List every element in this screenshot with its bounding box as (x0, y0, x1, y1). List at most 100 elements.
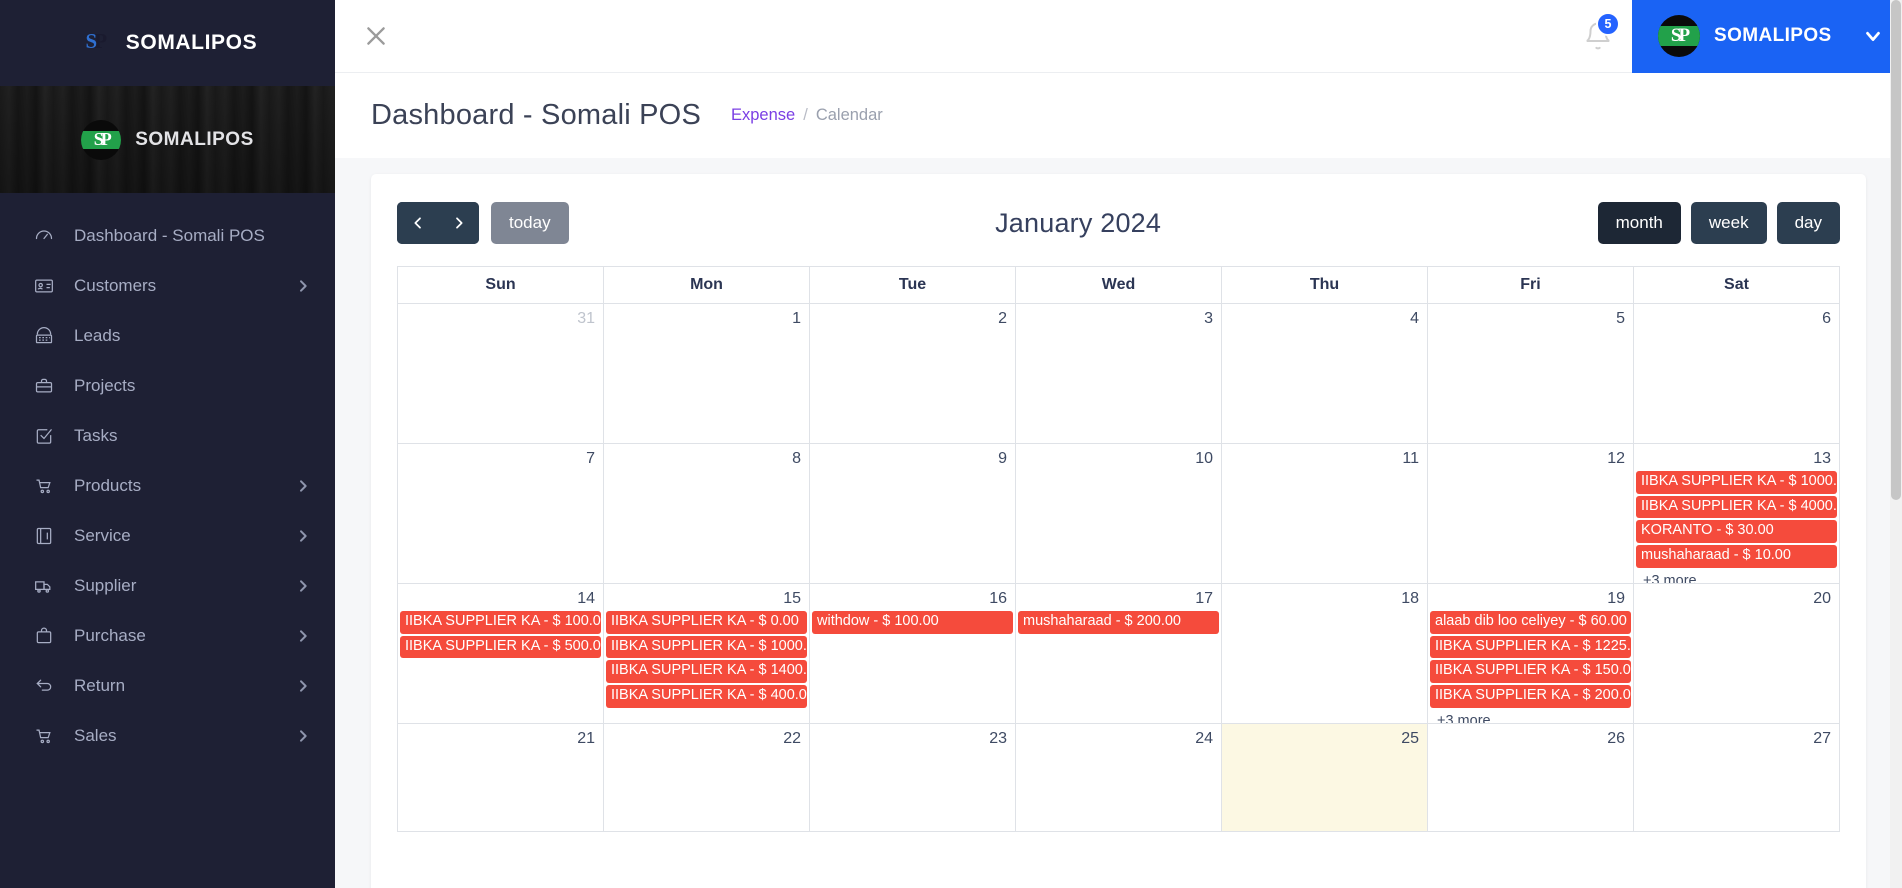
calendar-day-cell[interactable]: 17 mushaharaad - $ 200.00 (1016, 584, 1222, 723)
calendar-day-cell[interactable]: 25 (1222, 724, 1428, 831)
more-events-link[interactable]: +3 more (1634, 570, 1839, 583)
bag-icon (34, 626, 64, 646)
calendar-day-cell[interactable]: 26 (1428, 724, 1634, 831)
calendar-day-cell[interactable]: 20 (1634, 584, 1839, 723)
sidebar-profile[interactable]: SP SOMALIPOS (0, 86, 335, 193)
calendar-day-cell[interactable]: 4 (1222, 304, 1428, 443)
calendar-day-cell[interactable]: 16 withdow - $ 100.00 (810, 584, 1016, 723)
calendar-day-cell[interactable]: 15 IIBKA SUPPLIER KA - $ 0.00 IIBKA SUPPLI… (604, 584, 810, 723)
sidebar-item-purchase[interactable]: Purchase (0, 611, 335, 661)
calendar-day-cell[interactable]: 6 (1634, 304, 1839, 443)
sidebar-logo[interactable]: SP SOMALIPOS (0, 0, 335, 86)
bell-icon[interactable]: 5 (1572, 10, 1624, 62)
calendar-day-cell[interactable]: 24 (1016, 724, 1222, 831)
calendar-event[interactable]: IIBKA SUPPLIER KA - $ 1400.00 (606, 660, 807, 684)
sidebar-item-tasks[interactable]: Tasks (0, 411, 335, 461)
day-number: 9 (998, 450, 1007, 467)
calendar-day-cell[interactable]: 13 IIBKA SUPPLIER KA - $ 1000.00 IIBKA SUP… (1634, 444, 1839, 583)
calendar-day-cell[interactable]: 1 (604, 304, 810, 443)
calendar-day-cell[interactable]: 12 (1428, 444, 1634, 583)
dashboard-icon (34, 226, 64, 246)
chevron-right-icon (295, 578, 311, 594)
today-button[interactable]: today (491, 202, 569, 244)
close-icon[interactable] (353, 13, 399, 59)
calendar-event[interactable]: IIBKA SUPPLIER KA - $ 150.00 (1430, 660, 1631, 684)
calendar-event[interactable]: mushaharaad - $ 200.00 (1018, 611, 1219, 634)
calendar-day-cell[interactable]: 5 (1428, 304, 1634, 443)
day-number: 24 (1195, 730, 1213, 747)
calendar-day-cell[interactable]: 18 (1222, 584, 1428, 723)
day-number: 31 (577, 310, 595, 327)
sidebar-item-dashboard-somali-pos[interactable]: Dashboard - Somali POS (0, 211, 335, 261)
calendar-event[interactable]: IIBKA SUPPLIER KA - $ 4000.00 (1636, 495, 1837, 519)
calendar-day-cell[interactable]: 22 (604, 724, 810, 831)
return-arrow-icon (34, 676, 64, 696)
calendar-day-cell[interactable]: 23 (810, 724, 1016, 831)
sidebar-item-label: Dashboard - Somali POS (74, 226, 265, 245)
next-month-button[interactable] (438, 202, 479, 244)
day-number: 4 (1410, 310, 1419, 327)
calendar-event[interactable]: IIBKA SUPPLIER KA - $ 0.00 (606, 611, 807, 634)
calendar-event[interactable]: IIBKA SUPPLIER KA - $ 1000.00 (606, 635, 807, 659)
calendar-event[interactable]: KORANTO - $ 30.00 (1636, 520, 1837, 544)
weekday-header-mon: Mon (604, 267, 810, 303)
calendar-day-cell[interactable]: 11 (1222, 444, 1428, 583)
calendar-day-cell[interactable]: 7 (398, 444, 604, 583)
view-week-button[interactable]: week (1690, 202, 1767, 244)
sidebar-item-projects[interactable]: Projects (0, 361, 335, 411)
calendar-day-cell[interactable]: 8 (604, 444, 810, 583)
day-number: 13 (1813, 450, 1831, 467)
sidebar-item-service[interactable]: Service (0, 511, 335, 561)
chevron-right-icon (295, 728, 311, 744)
calendar-day-cell[interactable]: 14 IIBKA SUPPLIER KA - $ 100.00 IIBKA SUPP… (398, 584, 604, 723)
app-root: SP SOMALIPOS SP SOMALIPOS Dashboard - So… (0, 0, 1902, 888)
sidebar-item-leads[interactable]: Leads (0, 311, 335, 361)
calendar-event[interactable]: mushaharaad - $ 10.00 (1636, 545, 1837, 568)
calendar-event[interactable]: IIBKA SUPPLIER KA - $ 1000.00 (1636, 471, 1837, 494)
breadcrumb-expense[interactable]: Expense (731, 106, 795, 125)
sidebar-logo-text: SOMALIPOS (125, 31, 258, 54)
user-menu-button[interactable]: SP SOMALIPOS (1632, 0, 1902, 73)
sidebar-item-return[interactable]: Return (0, 661, 335, 711)
view-day-button[interactable]: day (1776, 202, 1840, 244)
page-scrollbar[interactable] (1890, 0, 1902, 888)
calendar-day-cell[interactable]: 2 (810, 304, 1016, 443)
day-number: 23 (989, 730, 1007, 747)
calendar-nav-group (397, 202, 479, 244)
calendar-grid: Sun Mon Tue Wed Thu Fri Sat 31 1 2 3 4 5 6 7 8 9 10 11 12 1… (397, 266, 1840, 832)
calendar-event[interactable]: withdow - $ 100.00 (812, 611, 1013, 634)
sidebar-item-products[interactable]: Products (0, 461, 335, 511)
calendar-day-cell[interactable]: 31 (398, 304, 604, 443)
calendar-day-cell[interactable]: 19 alaab dib loo celiyey - $ 60.00 IIBKA S… (1428, 584, 1634, 723)
calendar-event[interactable]: IIBKA SUPPLIER KA - $ 200.00 (1430, 685, 1631, 708)
day-number: 22 (783, 730, 801, 747)
chevron-right-icon (295, 678, 311, 694)
sidebar-item-label: Purchase (74, 626, 146, 645)
sidebar-item-sales[interactable]: Sales (0, 711, 335, 761)
calendar-event[interactable]: alaab dib loo celiyey - $ 60.00 (1430, 611, 1631, 634)
prev-month-button[interactable] (397, 202, 438, 244)
calendar-event[interactable]: IIBKA SUPPLIER KA - $ 500.00 (400, 635, 601, 659)
sidebar-item-label: Customers (74, 276, 157, 295)
calendar-event[interactable]: IIBKA SUPPLIER KA - $ 400.00 (606, 685, 807, 708)
calendar-day-cell[interactable]: 21 (398, 724, 604, 831)
avatar: SP (81, 119, 122, 160)
calendar-day-cell[interactable]: 3 (1016, 304, 1222, 443)
calendar-day-cell[interactable]: 27 (1634, 724, 1839, 831)
day-number: 7 (586, 450, 595, 467)
more-events-link[interactable]: +3 more (1428, 710, 1633, 723)
sidebar-item-label: Projects (74, 376, 136, 395)
calendar-day-cell[interactable]: 9 (810, 444, 1016, 583)
calendar-event[interactable]: IIBKA SUPPLIER KA - $ 1225.00 (1430, 635, 1631, 659)
user-name: SOMALIPOS (1714, 25, 1832, 46)
day-number: 20 (1813, 590, 1831, 607)
scrollbar-thumb[interactable] (1891, 0, 1901, 500)
view-month-button[interactable]: month (1597, 202, 1681, 244)
sidebar-item-supplier[interactable]: Supplier (0, 561, 335, 611)
sidebar-item-customers[interactable]: Customers (0, 261, 335, 311)
calendar-event[interactable]: IIBKA SUPPLIER KA - $ 100.00 (400, 611, 601, 634)
sidebar-item-label: Sales (74, 726, 117, 745)
calendar-day-cell[interactable]: 10 (1016, 444, 1222, 583)
calendar-week-row: 7 8 9 10 11 12 13 IIBKA SUPPLIER KA - $ 1000.00… (398, 444, 1839, 584)
day-number: 27 (1813, 730, 1831, 747)
